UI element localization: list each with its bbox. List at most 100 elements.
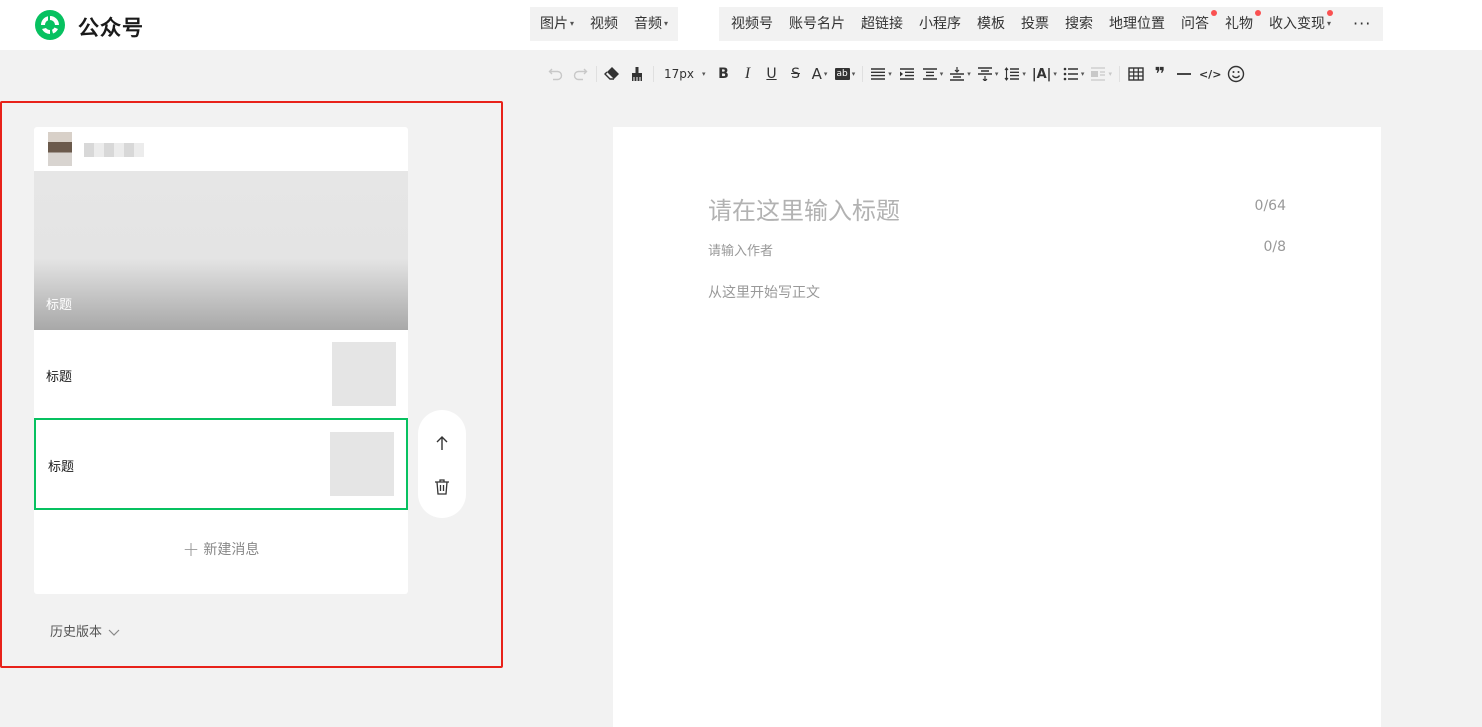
paragraph-spacing-button[interactable]: ▾: [919, 60, 947, 88]
bulleted-list-icon: [1063, 67, 1078, 81]
article-title: 标题: [48, 460, 75, 475]
lead-article-title: 标题: [46, 298, 73, 313]
menu-monetize[interactable]: 收入变现 ▾: [1261, 7, 1339, 41]
horizontal-rule-icon: [1176, 73, 1191, 75]
format-painter-button[interactable]: [625, 60, 649, 88]
emoji-icon: [1228, 65, 1245, 83]
media-menu-group: 图片 ▾ 视频 音频 ▾: [530, 7, 679, 41]
menu-account-card[interactable]: 账号名片: [781, 7, 853, 41]
float-image-button[interactable]: ▾: [1087, 60, 1115, 88]
article-editor: 请在这里输入标题 0/64 请输入作者 0/8 从这里开始写正文: [613, 127, 1381, 727]
insert-table-button[interactable]: [1124, 60, 1148, 88]
clear-format-button[interactable]: [601, 60, 625, 88]
account-header: [34, 127, 408, 171]
article-action-bar: [418, 410, 466, 518]
article-item[interactable]: 标题: [34, 330, 408, 420]
menu-channels[interactable]: 视频号: [723, 7, 781, 41]
arrow-up-icon: [436, 436, 448, 450]
trash-icon: [435, 479, 449, 495]
editor-toolbar: 17px ▾ B I U S A ▾ ab ▾ ▾ ▾ ▾ ▾ ▾ |A| ▾ ▾ ▾ …: [544, 60, 1248, 88]
table-icon: [1128, 67, 1144, 81]
list-button[interactable]: ▾: [1060, 60, 1088, 88]
toolbar-divider: [596, 66, 597, 82]
paint-brush-icon: [632, 67, 642, 81]
redo-button[interactable]: [568, 60, 592, 88]
font-color-button[interactable]: A ▾: [808, 60, 832, 88]
emoji-button[interactable]: [1224, 60, 1248, 88]
menu-qa[interactable]: 问答: [1173, 7, 1217, 41]
menu-image[interactable]: 图片 ▾: [532, 7, 582, 41]
caret-down-icon: ▾: [1080, 70, 1085, 78]
underline-button[interactable]: U: [760, 60, 784, 88]
brand-title: 公众号: [78, 16, 144, 40]
toolbar-divider: [653, 66, 654, 82]
article-title: 标题: [46, 370, 73, 385]
toolbar-divider: [862, 66, 864, 82]
divider-line-button[interactable]: [1172, 60, 1196, 88]
align-button[interactable]: ▾: [867, 60, 895, 88]
menu-vote[interactable]: 投票: [1013, 7, 1057, 41]
article-thumbnail: [332, 342, 396, 406]
indent-icon: [899, 68, 914, 80]
caret-down-icon: ▾: [702, 70, 706, 78]
undo-button[interactable]: [544, 60, 568, 88]
title-char-count: 0/64: [1254, 198, 1286, 214]
caret-down-icon: ▾: [939, 70, 944, 78]
menu-gift[interactable]: 礼物: [1217, 7, 1261, 41]
more-menu-button[interactable]: ···: [1339, 9, 1379, 39]
move-up-button[interactable]: [430, 431, 454, 455]
menu-audio[interactable]: 音频 ▾: [626, 7, 676, 41]
article-thumbnail: [330, 432, 394, 496]
space-after-button[interactable]: ▾: [974, 60, 1002, 88]
insert-menu-group: 视频号 账号名片 超链接 小程序 模板 投票 搜索 地理位置 问答 礼物 收入变…: [719, 7, 1384, 41]
code-button[interactable]: </>: [1196, 60, 1224, 88]
space-after-icon: [977, 67, 992, 81]
menu-location[interactable]: 地理位置: [1101, 7, 1173, 41]
caret-down-icon: ▾: [1108, 70, 1112, 78]
caret-down-icon: ▾: [994, 70, 999, 78]
caret-down-icon: ▾: [1053, 70, 1057, 78]
notification-dot: [1327, 10, 1334, 16]
menu-mini-program[interactable]: 小程序: [911, 7, 969, 41]
menu-hyperlink[interactable]: 超链接: [853, 7, 911, 41]
body-editor[interactable]: 从这里开始写正文: [708, 282, 820, 302]
article-item-selected[interactable]: 标题: [34, 418, 408, 510]
history-version-toggle[interactable]: 历史版本: [50, 621, 120, 640]
bold-button[interactable]: B: [712, 60, 736, 88]
italic-button[interactable]: I: [736, 60, 760, 88]
caret-down-icon: ▾: [888, 70, 892, 78]
delete-button[interactable]: [430, 475, 454, 499]
redo-icon: [573, 68, 588, 81]
paragraph-spacing-icon: [922, 68, 937, 80]
wechat-official-account-logo: [35, 10, 65, 40]
lead-article-cover[interactable]: 标题: [34, 171, 408, 330]
menu-search[interactable]: 搜索: [1057, 7, 1101, 41]
line-height-icon: [1004, 67, 1020, 81]
eraser-icon: [604, 67, 619, 80]
code-icon: </>: [1198, 67, 1222, 81]
letter-spacing-button[interactable]: |A| ▾: [1029, 60, 1060, 88]
background-color-button[interactable]: ab ▾: [832, 60, 859, 88]
caret-down-icon: ▾: [851, 70, 856, 78]
author-input[interactable]: 请输入作者: [708, 240, 773, 259]
author-char-count: 0/8: [1263, 239, 1286, 255]
space-before-icon: [950, 67, 965, 81]
plus-icon: +: [182, 537, 200, 561]
account-name-blurred: [84, 143, 144, 157]
title-input[interactable]: 请在这里输入标题: [708, 191, 900, 226]
menu-video[interactable]: 视频: [582, 7, 626, 41]
top-header: 公众号 图片 ▾ 视频 音频 ▾ 视频号 账号名片 超链接 小程序 模板 投票 搜索…: [0, 0, 1482, 50]
strikethrough-button[interactable]: S: [784, 60, 808, 88]
new-message-button[interactable]: + 新建消息: [34, 537, 408, 561]
caret-down-icon: ▾: [1327, 19, 1332, 28]
space-before-button[interactable]: ▾: [946, 60, 974, 88]
quote-button[interactable]: ❞: [1148, 60, 1172, 88]
undo-icon: [548, 68, 563, 81]
font-size-select[interactable]: 17px ▾: [658, 60, 712, 88]
caret-down-icon: ▾: [570, 19, 575, 28]
indent-button[interactable]: [895, 60, 919, 88]
image-float-icon: [1091, 67, 1106, 81]
caret-down-icon: ▾: [823, 70, 828, 78]
line-height-button[interactable]: ▾: [1001, 60, 1029, 88]
menu-template[interactable]: 模板: [969, 7, 1013, 41]
